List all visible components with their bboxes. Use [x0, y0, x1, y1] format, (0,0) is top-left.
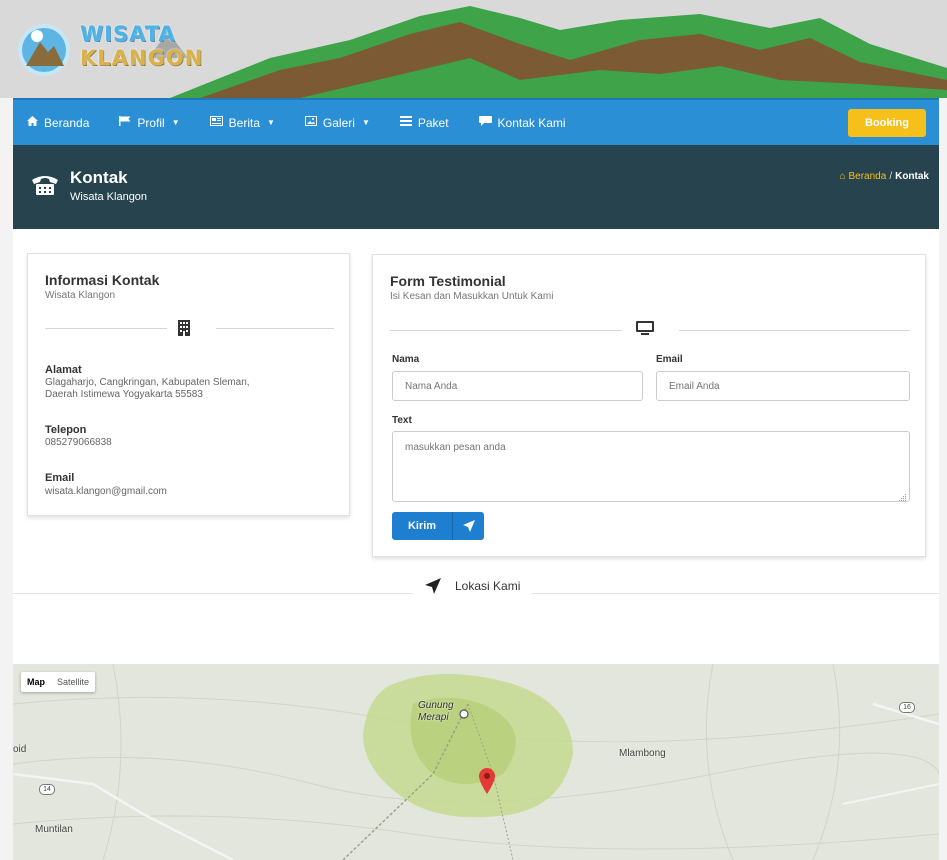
location-heading: Lokasi Kami — [413, 578, 533, 594]
email-field-label: Email — [656, 354, 683, 365]
location-label: Lokasi Kami — [455, 579, 521, 593]
main-content: Informasi Kontak Wisata Klangon Alamat G… — [13, 229, 939, 664]
map-label-gunung: Gunung — [418, 700, 454, 711]
email-input[interactable] — [656, 371, 910, 401]
phone-label: Telepon — [45, 424, 87, 436]
map-pin-icon[interactable] — [479, 768, 495, 799]
nav-label-profil: Profil — [137, 115, 165, 130]
breadcrumb: ⌂ Beranda / Kontak — [840, 171, 929, 182]
form-divider-left — [390, 330, 622, 331]
booking-button[interactable]: Booking — [848, 109, 926, 137]
home-icon — [27, 116, 38, 129]
satellite-tab[interactable]: Satellite — [51, 672, 95, 692]
nav-label-galeri: Galeri — [322, 115, 355, 130]
name-input[interactable] — [392, 371, 643, 401]
list-icon — [399, 116, 412, 129]
address-line-1: Glagaharjo, Cangkringan, Kabupaten Slema… — [45, 377, 250, 388]
phone-value: 085279066838 — [45, 437, 112, 448]
nav-item-galeri[interactable]: Galeri ▼ — [304, 115, 370, 130]
breadcrumb-home-label: Beranda — [848, 171, 887, 182]
monitor-icon — [636, 321, 654, 337]
page-subtitle: Wisata Klangon — [70, 191, 148, 203]
contact-info-title: Informasi Kontak — [45, 272, 160, 288]
text-label: Text — [392, 415, 412, 426]
nav-item-berita[interactable]: Berita ▼ — [209, 115, 275, 130]
breadcrumb-separator: / — [889, 171, 893, 182]
send-icon — [452, 512, 484, 540]
chevron-down-icon: ▼ — [361, 118, 370, 127]
breadcrumb-home-link[interactable]: ⌂ Beranda — [840, 171, 887, 182]
nav-item-profil[interactable]: Profil ▼ — [119, 115, 180, 130]
testimonial-title: Form Testimonial — [390, 273, 506, 289]
site-logo[interactable]: WISATA KLANGON — [80, 22, 203, 70]
address-line-2: Daerah Istimewa Yogyakarta 55583 — [45, 389, 203, 400]
road-badge-16: 16 — [899, 702, 915, 713]
testimonial-form-card: Form Testimonial Isi Kesan dan Masukkan … — [372, 254, 926, 557]
nav-item-paket[interactable]: Paket — [399, 115, 449, 130]
nav-item-kontak-kami[interactable]: Kontak Kami — [478, 115, 566, 130]
map-label-muntilan: Muntilan — [35, 824, 73, 835]
location-map[interactable]: Map Satellite Gunung Merapi Mlambong Mun… — [13, 664, 939, 860]
testimonial-subtitle: Isi Kesan dan Masukkan Untuk Kami — [390, 291, 554, 302]
email-value: wisata.klangon@gmail.com — [45, 486, 167, 497]
flag-icon — [119, 116, 131, 129]
divider-left — [45, 328, 167, 329]
map-label-merapi: Merapi — [418, 712, 449, 723]
logo-line-2: KLANGON — [80, 46, 204, 70]
map-type-control: Map Satellite — [21, 672, 96, 692]
nav-label-beranda: Beranda — [44, 115, 90, 130]
address-label: Alamat — [45, 364, 82, 376]
map-terrain — [13, 664, 939, 860]
chat-icon — [478, 116, 492, 129]
newspaper-icon — [209, 116, 223, 129]
message-textarea[interactable] — [392, 431, 910, 502]
divider-right — [216, 328, 334, 329]
chevron-down-icon: ▼ — [267, 118, 275, 127]
map-label-mlambong: Mlambong — [619, 748, 666, 759]
contact-info-card: Informasi Kontak Wisata Klangon Alamat G… — [27, 253, 350, 516]
road-badge-14: 14 — [39, 784, 55, 795]
contact-info-subtitle: Wisata Klangon — [45, 290, 116, 301]
page-header: Kontak Wisata Klangon ⌂ Beranda / Kontak — [13, 145, 939, 229]
nav-label-paket: Paket — [417, 115, 449, 130]
building-icon — [178, 320, 192, 336]
nav-item-beranda[interactable]: Beranda — [27, 116, 89, 130]
nav-label-berita: Berita — [228, 115, 260, 130]
breadcrumb-current: Kontak — [895, 171, 929, 182]
resize-handle-icon[interactable] — [899, 489, 907, 501]
submit-button[interactable]: Kirim — [392, 512, 484, 540]
picture-icon — [304, 116, 317, 129]
page-title: Kontak — [70, 168, 128, 187]
nav-label-kontak-kami: Kontak Kami — [497, 115, 566, 130]
submit-label: Kirim — [407, 520, 437, 532]
main-navbar: Beranda Profil ▼ Berita ▼ Galeri ▼ Paket… — [13, 98, 939, 145]
chevron-down-icon: ▼ — [171, 118, 180, 127]
phone-icon — [30, 172, 60, 196]
header-banner: WISATA KLANGON — [0, 0, 947, 98]
home-icon: ⌂ — [839, 171, 846, 182]
map-tab[interactable]: Map — [21, 672, 51, 692]
name-label: Nama — [392, 354, 420, 365]
map-label-edge: oid — [13, 744, 27, 755]
form-divider-right — [679, 330, 910, 331]
logo-line-1: WISATA — [80, 22, 176, 46]
email-label: Email — [45, 472, 75, 484]
location-arrow-icon — [425, 578, 441, 594]
